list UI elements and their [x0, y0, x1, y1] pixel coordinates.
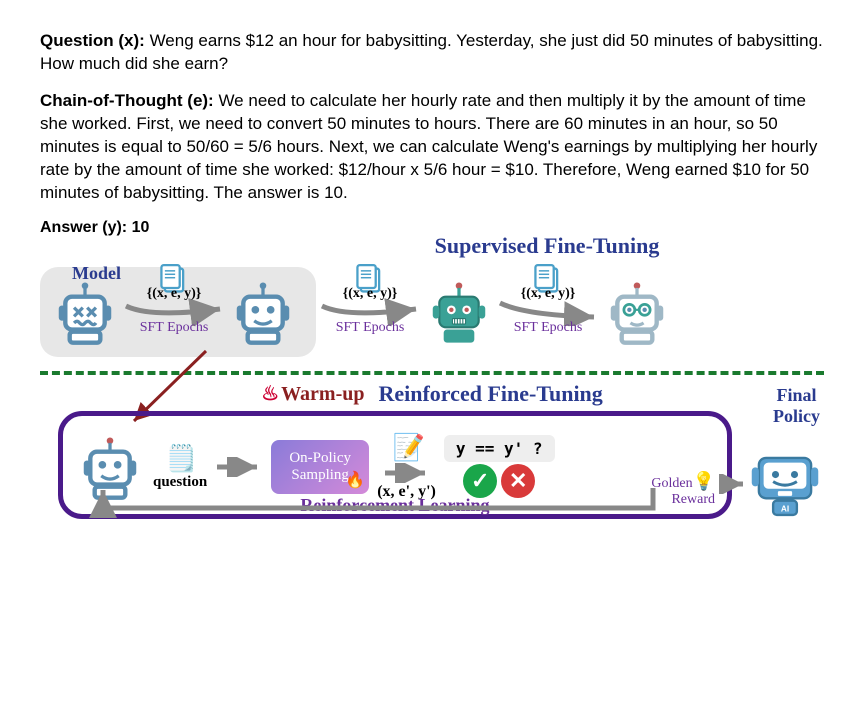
lightbulb-icon: 💡 [693, 471, 715, 491]
sft-epochs-1: SFT Epochs [140, 320, 209, 336]
model-label: Model [72, 263, 121, 284]
sft-title: Supervised Fine-Tuning [270, 233, 824, 259]
question-text: Weng earns $12 an hour for babysitting. … [40, 31, 823, 73]
robot-overfit-icon [424, 277, 494, 347]
question-label: Question (x): [40, 31, 145, 50]
robot-initial-icon [50, 277, 120, 347]
sft-arrow-1: {(x, e, y)} SFT Epochs [124, 282, 224, 342]
sft-tuple-3: {(x, e, y)} [521, 286, 576, 302]
svg-text:AI: AI [781, 503, 789, 513]
arrow-icon [215, 457, 263, 477]
section-divider [40, 371, 824, 375]
sft-tuple-2: {(x, e, y)} [343, 286, 398, 302]
condition-box: y == y' ? [444, 435, 555, 462]
robot-final-icon: AI [747, 446, 823, 522]
sft-arrow-2: {(x, e, y)} SFT Epochs [320, 282, 420, 342]
cot-label: Chain-of-Thought (e): [40, 91, 214, 110]
reft-header: ♨Warm-up Reinforced Fine-Tuning FinalPol… [40, 381, 824, 407]
robot-sft-final-icon [602, 277, 672, 347]
robot-warmup-icon [228, 277, 298, 347]
reft-box: 🗒️ question On-Policy Sampling 🔥 📝 (x, e… [58, 411, 732, 519]
sft-section: Supervised Fine-Tuning Model {(x, e, y)}… [40, 233, 824, 361]
cot-block: Chain-of-Thought (e): We need to calcula… [40, 90, 824, 205]
warmup-label: ♨Warm-up [261, 381, 364, 406]
arrow-icon [719, 474, 749, 494]
feedback-arrow-icon [73, 486, 673, 518]
sft-epochs-2: SFT Epochs [336, 320, 405, 336]
sampling-label: On-Policy Sampling [289, 450, 351, 483]
sft-epochs-3: SFT Epochs [514, 320, 583, 336]
sft-arrow-3: {(x, e, y)} SFT Epochs [498, 282, 598, 342]
reft-title: Reinforced Fine-Tuning [378, 381, 602, 407]
reft-section: 🗒️ question On-Policy Sampling 🔥 📝 (x, e… [40, 411, 824, 519]
sft-tuple-1: {(x, e, y)} [147, 286, 202, 302]
steam-icon: ♨ [261, 383, 279, 405]
arrow-icon [383, 463, 431, 483]
output-note-icon: 📝 [393, 432, 421, 463]
sticky-note-icon: 🗒️ [165, 443, 195, 474]
question-block: Question (x): Weng earns $12 an hour for… [40, 30, 824, 76]
